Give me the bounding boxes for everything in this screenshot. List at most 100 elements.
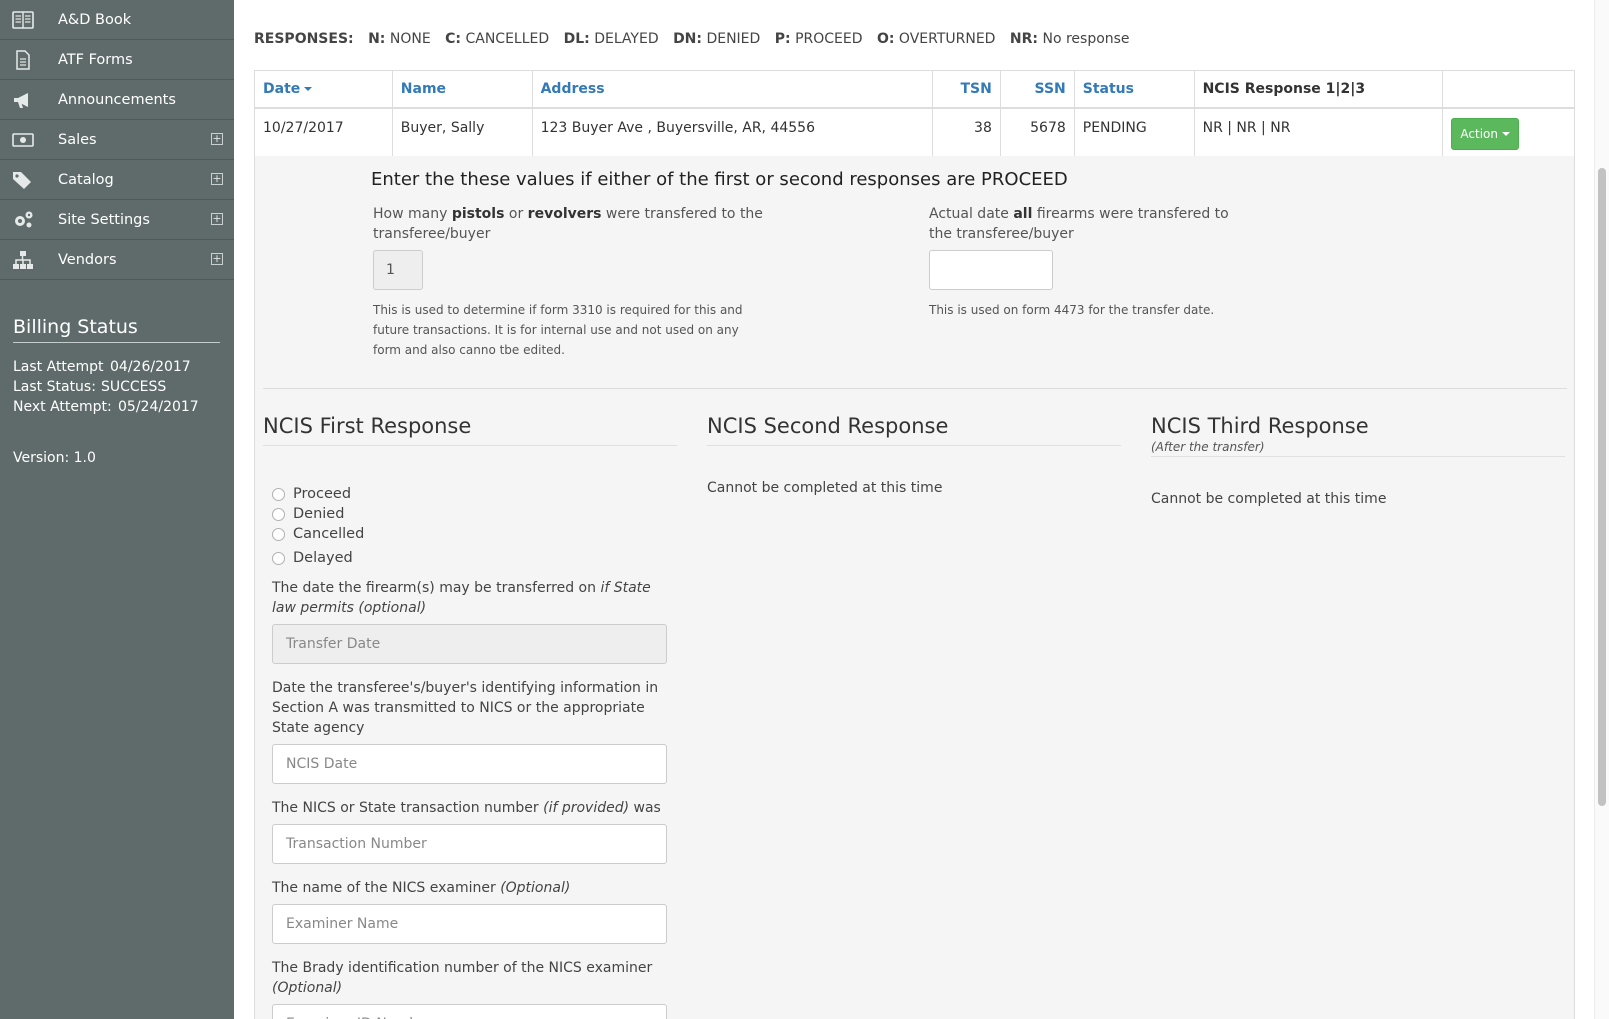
ncis-second-response: NCIS Second Response Cannot be completed…	[707, 414, 1121, 496]
radio-label: Denied	[293, 506, 345, 522]
table-row: 10/27/2017 Buyer, Sally 123 Buyer Ave , …	[255, 109, 1574, 157]
table-header: Date Name Address TSN SSN Status NCIS Re…	[255, 71, 1574, 109]
expand-icon[interactable]: +	[211, 213, 223, 225]
radio-circle[interactable]	[272, 507, 285, 521]
expand-icon[interactable]: +	[211, 133, 223, 145]
radio-circle[interactable]	[272, 487, 285, 501]
gears-icon	[11, 209, 35, 231]
transfer-detail-panel: Enter the these values if either of the …	[254, 156, 1575, 1019]
radio-circle[interactable]	[272, 551, 285, 565]
legend-text: OVERTURNED	[898, 31, 996, 47]
actual-date-label: Actual date all firearms were transfered…	[929, 206, 1229, 242]
transfer-date-label: The date the firearm(s) may be transferr…	[272, 580, 651, 616]
first-response-title: NCIS First Response	[263, 414, 677, 446]
legend-text: PROCEED	[795, 31, 863, 47]
sitemap-icon	[11, 249, 35, 271]
legend-text: CANCELLED	[465, 31, 550, 47]
actual-date-help-text: This is used on form 4473 for the transf…	[929, 303, 1215, 317]
ncis-date-input[interactable]: NCIS Date	[272, 744, 667, 784]
sort-date-header[interactable]: Date	[255, 71, 393, 107]
transaction-number-label: The NICS or State transaction number (if…	[272, 800, 661, 816]
actual-date-input[interactable]	[929, 250, 1053, 290]
ncis-response-header: NCIS Response 1|2|3	[1195, 71, 1444, 107]
proceed-instruction: Enter the these values if either of the …	[371, 169, 1068, 190]
caret-down-icon	[1502, 132, 1510, 136]
pistols-help-text: This is used to determine if form 3310 i…	[373, 303, 743, 357]
document-icon	[11, 49, 35, 71]
legend-text: No response	[1042, 31, 1130, 47]
sidebar-item-catalog[interactable]: Catalog +	[0, 160, 234, 200]
ncis-first-response: NCIS First Response Proceed Denied Cance…	[263, 414, 677, 1019]
divider	[263, 388, 1567, 389]
transaction-number-input[interactable]: Transaction Number	[272, 824, 667, 864]
money-icon	[11, 129, 35, 151]
expand-icon[interactable]: +	[211, 253, 223, 265]
radio-circle[interactable]	[272, 527, 285, 541]
legend-code: NR:	[1009, 31, 1039, 47]
billing-value: 05/24/2017	[118, 399, 199, 415]
sidebar-item-vendors[interactable]: Vendors +	[0, 240, 234, 280]
sidebar-item-atf-forms[interactable]: ATF Forms	[0, 40, 234, 80]
sidebar-item-label: Sales	[58, 131, 97, 148]
sort-tsn-header[interactable]: TSN	[933, 71, 1001, 107]
sort-ssn-header[interactable]: SSN	[1001, 71, 1075, 107]
billing-label: Last Attempt	[13, 359, 104, 375]
billing-status: Billing Status Last Attempt 04/26/2017 La…	[0, 280, 234, 468]
sidebar-item-label: Site Settings	[58, 211, 150, 228]
scrollbar-thumb[interactable]	[1598, 168, 1606, 806]
sort-name-header[interactable]: Name	[393, 71, 533, 107]
sidebar-item-label: ATF Forms	[58, 51, 133, 68]
sidebar-item-label: A&D Book	[58, 11, 132, 28]
sidebar-item-site-settings[interactable]: Site Settings +	[0, 200, 234, 240]
legend-text: DELAYED	[594, 31, 659, 47]
cell-ncis-response: NR | NR | NR	[1195, 109, 1444, 157]
pistols-label: How many pistols or revolvers were trans…	[373, 206, 763, 242]
action-dropdown-button[interactable]: Action	[1451, 118, 1520, 150]
legend-code: DN:	[673, 31, 702, 47]
radio-label: Cancelled	[293, 526, 365, 542]
legend-code: C:	[445, 31, 462, 47]
legend-code: DL:	[563, 31, 590, 47]
responses-legend: RESPONSES: N: NONE C: CANCELLED DL: DELA…	[254, 31, 1130, 47]
radio-delayed[interactable]: Delayed	[272, 548, 677, 568]
caret-down-icon	[304, 87, 313, 91]
sort-status-header[interactable]: Status	[1075, 71, 1195, 107]
page-scrollbar[interactable]	[1594, 0, 1609, 1019]
ncis-third-response: NCIS Third Response (After the transfer)…	[1151, 414, 1565, 507]
radio-label: Proceed	[293, 486, 352, 502]
action-label: Action	[1460, 127, 1498, 141]
version-label: Version: 1.0	[13, 450, 96, 466]
ncis-date-label: Date the transferee's/buyer's identifyin…	[272, 680, 659, 736]
cell-action: Action	[1443, 109, 1574, 157]
sort-address-header[interactable]: Address	[533, 71, 933, 107]
sidebar-item-ad-book[interactable]: A&D Book	[0, 0, 234, 40]
sidebar-item-label: Announcements	[58, 91, 176, 108]
examiner-name-input[interactable]: Examiner Name	[272, 904, 667, 944]
billing-next-attempt: Next Attempt: 05/24/2017	[13, 397, 221, 417]
expand-icon[interactable]: +	[211, 173, 223, 185]
pistols-block: How many pistols or revolvers were trans…	[373, 204, 773, 360]
billing-label: Next Attempt:	[13, 399, 112, 415]
records-table: Date Name Address TSN SSN Status NCIS Re…	[254, 70, 1575, 158]
billing-value: SUCCESS	[101, 379, 167, 395]
tags-icon	[11, 169, 35, 191]
sidebar-item-sales[interactable]: Sales +	[0, 120, 234, 160]
radio-proceed[interactable]: Proceed	[272, 484, 677, 504]
sidebar-item-announcements[interactable]: Announcements	[0, 80, 234, 120]
header-label: Date	[263, 81, 301, 97]
billing-title: Billing Status	[13, 316, 220, 343]
examiner-name-label: The name of the NICS examiner (Optional)	[272, 880, 571, 896]
second-response-title: NCIS Second Response	[707, 414, 1121, 446]
main-content: RESPONSES: N: NONE C: CANCELLED DL: DELA…	[234, 0, 1594, 1019]
legend-text: NONE	[389, 31, 431, 47]
radio-cancelled[interactable]: Cancelled	[272, 524, 677, 544]
cell-ssn: 5678	[1001, 109, 1075, 157]
billing-last-attempt: Last Attempt 04/26/2017	[13, 357, 221, 377]
transfer-date-input[interactable]: Transfer Date	[272, 624, 667, 664]
legend-title: RESPONSES:	[254, 31, 354, 47]
examiner-id-input[interactable]: Examiner ID Number	[272, 1004, 667, 1019]
radio-denied[interactable]: Denied	[272, 504, 677, 524]
cell-date: 10/27/2017	[255, 109, 393, 157]
radio-label: Delayed	[293, 550, 353, 566]
sidebar: A&D Book ATF Forms Announcements Sales +…	[0, 0, 234, 1019]
